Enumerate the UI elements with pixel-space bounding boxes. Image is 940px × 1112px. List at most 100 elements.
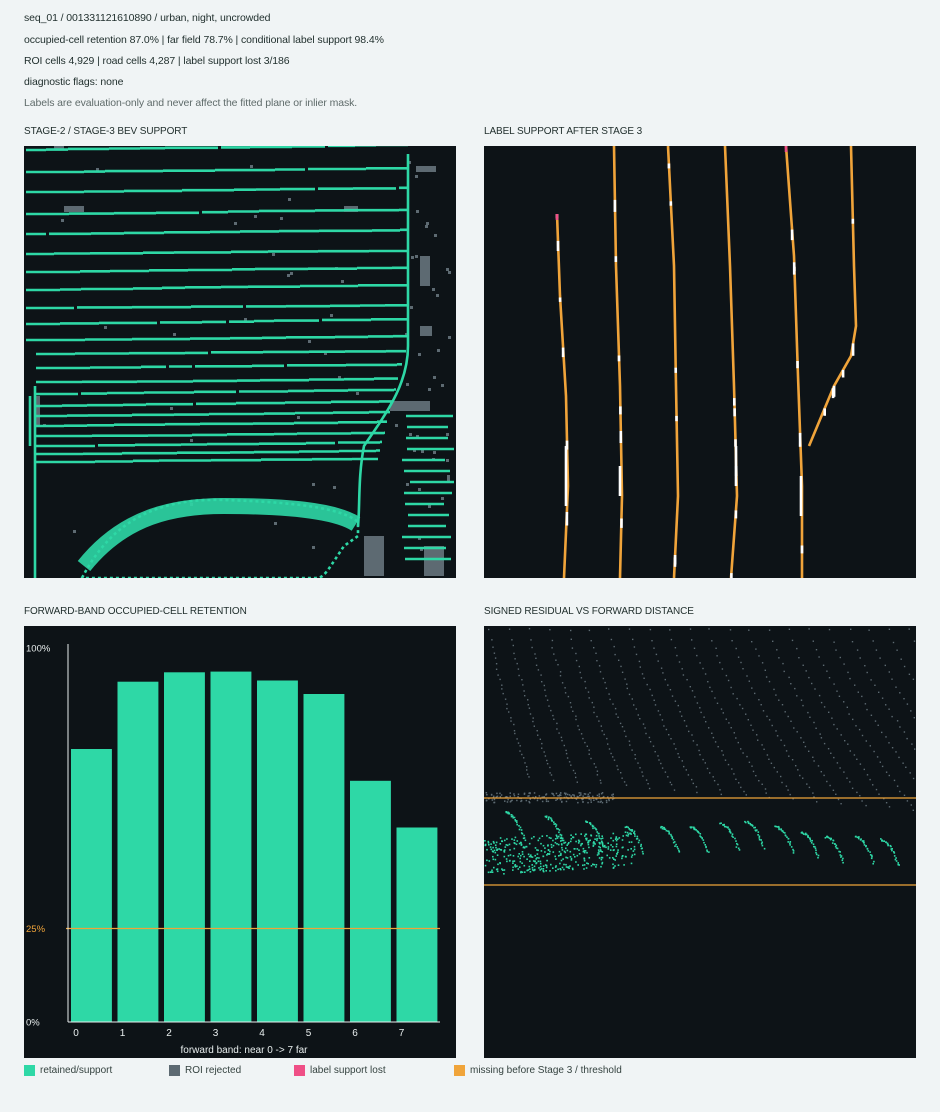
residual-point-rejected: [835, 793, 837, 795]
residual-point-retained: [873, 860, 875, 863]
residual-point-rejected: [529, 792, 531, 794]
residual-point-rejected: [681, 760, 683, 762]
residual-point-retained: [832, 839, 835, 842]
bev-panel-title: STAGE-2 / STAGE-3 BEV SUPPORT: [24, 126, 188, 137]
residual-point-rejected: [637, 762, 639, 764]
residual-point-retained: [809, 840, 812, 842]
residual-point-rejected: [612, 793, 614, 795]
residual-point-rejected: [657, 710, 660, 712]
residual-point-rejected: [551, 639, 554, 642]
residual-point-rejected: [576, 795, 579, 798]
y-tick-100: 100%: [26, 644, 51, 655]
residual-point-retained: [489, 871, 492, 873]
residual-point-rejected: [856, 649, 859, 651]
residual-point-rejected: [745, 794, 747, 796]
residual-point-rejected: [896, 785, 899, 787]
residual-point-rejected: [532, 717, 534, 719]
bev-rejected-cell: [436, 294, 439, 297]
label-support-retained: [851, 343, 855, 356]
residual-point-rejected: [506, 801, 509, 803]
bev-rejected-cell: [280, 217, 283, 220]
residual-point-retained: [609, 849, 612, 851]
residual-point-rejected: [843, 771, 845, 773]
residual-point-retained: [551, 820, 553, 822]
residual-point-rejected: [566, 793, 569, 796]
residual-point-retained: [545, 816, 548, 819]
residual-point-rejected: [528, 628, 531, 630]
residual-point-rejected: [748, 761, 751, 763]
residual-point-retained: [881, 839, 883, 842]
residual-point-rejected: [596, 774, 599, 776]
residual-point-retained: [612, 857, 614, 859]
residual-point-retained: [554, 841, 557, 844]
residual-point-retained: [545, 866, 548, 869]
residual-point-rejected: [604, 681, 606, 684]
residual-point-rejected: [737, 656, 740, 658]
bev-rejected-cell: [446, 459, 449, 462]
residual-point-rejected: [899, 726, 901, 728]
residual-point-rejected: [702, 758, 704, 761]
legend-label-missing: missing before Stage 3 / threshold: [470, 1065, 622, 1076]
residual-point-rejected: [903, 794, 906, 796]
residual-point-retained: [841, 859, 844, 862]
residual-point-rejected: [572, 794, 574, 796]
bev-rejected-cell: [441, 497, 444, 500]
label-support-retained: [800, 545, 804, 554]
residual-point-retained: [815, 849, 817, 852]
residual-point-retained: [558, 850, 561, 853]
residual-point-rejected: [711, 640, 713, 642]
x-tick-2: 2: [166, 1028, 172, 1039]
residual-point-retained: [699, 833, 702, 835]
residual-point-rejected: [712, 736, 715, 739]
residual-point-retained: [815, 851, 817, 854]
residual-point-retained: [630, 841, 633, 843]
residual-point-retained: [586, 837, 588, 840]
residual-point-retained: [633, 845, 636, 848]
residual-point-rejected: [843, 701, 845, 703]
residual-point-rejected: [720, 793, 722, 796]
residual-point-rejected: [709, 772, 711, 774]
residual-point-retained: [678, 851, 681, 853]
residual-point-retained: [866, 848, 869, 850]
residual-point-retained: [789, 841, 792, 843]
residual-point-rejected: [493, 795, 495, 798]
bev-rejected-cell: [356, 392, 359, 395]
residual-point-rejected: [675, 748, 677, 750]
residual-point-rejected: [808, 676, 810, 679]
residual-point-retained: [612, 867, 615, 869]
residual-point-retained: [546, 854, 548, 856]
residual-point-retained: [607, 846, 610, 848]
label-support-retained: [667, 163, 671, 169]
residual-point-retained: [872, 862, 874, 865]
residual-point-rejected: [578, 665, 580, 668]
residual-point-rejected: [875, 788, 878, 791]
residual-point-rejected: [727, 679, 730, 682]
residual-point-rejected: [765, 676, 768, 678]
residual-point-rejected: [649, 741, 652, 743]
residual-point-retained: [633, 830, 636, 833]
residual-point-retained: [583, 850, 586, 852]
residual-point-retained: [538, 837, 541, 840]
residual-point-rejected: [629, 744, 631, 746]
residual-point-rejected: [578, 728, 580, 731]
residual-point-rejected: [913, 640, 916, 642]
residual-point-rejected: [912, 678, 915, 680]
residual-point-retained: [592, 825, 595, 828]
retention-bar-chart: 0% 25% 100% 0 1 2 3 4 5 6 7 forward band: near 0 …: [26, 644, 440, 1056]
residual-point-rejected: [612, 795, 614, 798]
residual-point-retained: [510, 814, 513, 816]
residual-point-retained: [595, 866, 597, 868]
residual-point-retained: [534, 854, 536, 857]
residual-point-rejected: [619, 722, 622, 725]
residual-point-retained: [597, 849, 600, 851]
residual-point-retained: [758, 838, 761, 841]
residual-point-rejected: [748, 680, 750, 682]
residual-point-retained: [627, 835, 629, 837]
residual-point-rejected: [485, 799, 488, 802]
residual-point-rejected: [522, 684, 524, 686]
residual-point-rejected: [705, 721, 707, 723]
residual-point-rejected: [802, 704, 804, 707]
residual-point-rejected: [660, 762, 662, 765]
residual-point-retained: [486, 859, 488, 862]
residual-point-rejected: [552, 779, 555, 782]
